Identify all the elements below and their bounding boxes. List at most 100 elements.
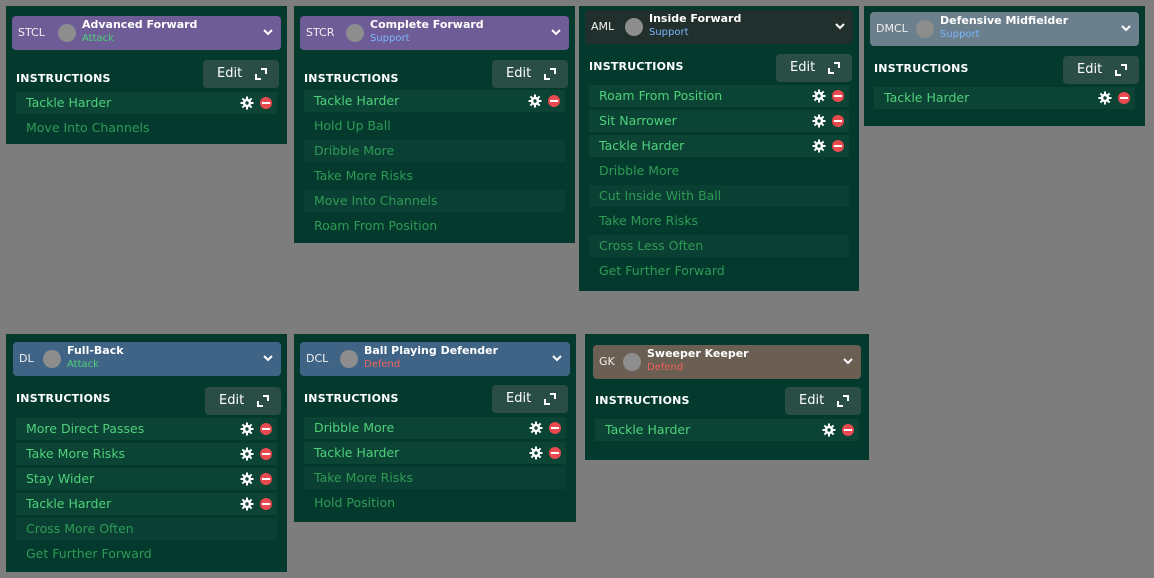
remove-icon[interactable] <box>260 423 272 435</box>
instruction-row[interactable]: Stay Wider <box>16 468 277 490</box>
role-selector[interactable]: STCR Complete Forward Support <box>300 16 569 50</box>
gear-icon[interactable] <box>1098 91 1112 105</box>
instruction-label: Tackle Harder <box>884 90 970 105</box>
instruction-row[interactable]: Take More Risks <box>589 210 849 232</box>
role-name: Advanced Forward <box>82 18 198 31</box>
role-name: Sweeper Keeper <box>647 347 749 360</box>
gear-icon[interactable] <box>240 497 254 511</box>
instruction-label: Move Into Channels <box>314 193 438 208</box>
chevron-down-icon <box>261 24 275 38</box>
instruction-label: Cross More Often <box>26 521 134 536</box>
gear-icon[interactable] <box>240 96 254 110</box>
remove-icon[interactable] <box>549 422 561 434</box>
instruction-row[interactable]: Dribble More <box>589 160 849 182</box>
edit-button[interactable]: Edit <box>203 60 279 88</box>
instruction-row[interactable]: Dribble More <box>304 140 565 162</box>
position-code: DCL <box>306 352 329 365</box>
position-code: DL <box>19 352 34 365</box>
role-selector[interactable]: DMCL Defensive Midfielder Support <box>870 12 1139 46</box>
instruction-label: Dribble More <box>599 163 680 178</box>
gear-icon[interactable] <box>812 114 826 128</box>
edit-label: Edit <box>506 66 532 81</box>
instruction-row[interactable]: Take More Risks <box>304 467 566 489</box>
player-avatar <box>340 350 358 368</box>
instruction-row[interactable]: Dribble More <box>304 417 566 439</box>
gear-icon[interactable] <box>822 423 836 437</box>
instruction-label: Hold Position <box>314 495 396 510</box>
edit-button[interactable]: Edit <box>492 60 568 88</box>
instruction-row[interactable]: Roam From Position <box>304 215 565 237</box>
instruction-row[interactable]: Move Into Channels <box>16 117 277 139</box>
edit-button[interactable]: Edit <box>776 54 852 82</box>
instruction-row[interactable]: Cross More Often <box>16 518 277 540</box>
duty-label: Attack <box>67 359 99 370</box>
gear-icon[interactable] <box>812 89 826 103</box>
edit-button[interactable]: Edit <box>492 385 568 413</box>
instruction-row[interactable]: Take More Risks <box>16 443 277 465</box>
gear-icon[interactable] <box>240 472 254 486</box>
instruction-row[interactable]: Take More Risks <box>304 165 565 187</box>
gear-icon[interactable] <box>528 94 542 108</box>
role-card: DCL Ball Playing Defender Defend INSTRUC… <box>294 334 576 522</box>
gear-icon[interactable] <box>240 447 254 461</box>
instruction-label: Tackle Harder <box>26 496 112 511</box>
instruction-row[interactable]: Get Further Forward <box>589 260 849 282</box>
instruction-label: Tackle Harder <box>605 422 691 437</box>
remove-icon[interactable] <box>260 473 272 485</box>
edit-button[interactable]: Edit <box>785 387 861 415</box>
instructions-heading: INSTRUCTIONS <box>304 72 399 85</box>
instruction-row[interactable]: Tackle Harder <box>304 442 566 464</box>
remove-icon[interactable] <box>842 424 854 436</box>
instruction-row[interactable]: Move Into Channels <box>304 190 565 212</box>
instruction-row[interactable]: Tackle Harder <box>16 493 277 515</box>
edit-button[interactable]: Edit <box>205 387 281 415</box>
instruction-row[interactable]: Cut Inside With Ball <box>589 185 849 207</box>
instruction-label: Get Further Forward <box>26 546 152 561</box>
instruction-row[interactable]: Get Further Forward <box>16 543 277 565</box>
remove-icon[interactable] <box>832 115 844 127</box>
instruction-row[interactable]: Tackle Harder <box>16 92 277 114</box>
instruction-row[interactable]: Tackle Harder <box>589 135 849 157</box>
player-avatar <box>625 18 643 36</box>
role-card: GK Sweeper Keeper Defend INSTRUCTIONS Ed… <box>585 334 869 460</box>
duty-label: Support <box>370 33 410 44</box>
role-selector[interactable]: DL Full-Back Attack <box>13 342 281 376</box>
instruction-row[interactable]: Roam From Position <box>589 85 849 107</box>
duty-label: Support <box>649 27 689 38</box>
chevron-down-icon <box>261 350 275 364</box>
instruction-row[interactable]: Cross Less Often <box>589 235 849 257</box>
player-avatar <box>623 353 641 371</box>
role-selector[interactable]: STCL Advanced Forward Attack <box>12 16 281 50</box>
gear-icon[interactable] <box>240 422 254 436</box>
remove-icon[interactable] <box>548 95 560 107</box>
instruction-row[interactable]: More Direct Passes <box>16 418 277 440</box>
instruction-row[interactable]: Hold Position <box>304 492 566 514</box>
instruction-label: Take More Risks <box>314 168 414 183</box>
instruction-row[interactable]: Tackle Harder <box>304 90 565 112</box>
gear-icon[interactable] <box>812 139 826 153</box>
role-card: STCR Complete Forward Support INSTRUCTIO… <box>294 6 575 243</box>
gear-icon[interactable] <box>529 421 543 435</box>
instruction-label: Get Further Forward <box>599 263 725 278</box>
instruction-row[interactable]: Tackle Harder <box>595 419 859 441</box>
instruction-label: Tackle Harder <box>314 93 400 108</box>
instruction-label: Tackle Harder <box>26 95 112 110</box>
remove-icon[interactable] <box>832 90 844 102</box>
role-selector[interactable]: DCL Ball Playing Defender Defend <box>300 342 570 376</box>
role-selector[interactable]: GK Sweeper Keeper Defend <box>593 345 861 379</box>
remove-icon[interactable] <box>832 140 844 152</box>
remove-icon[interactable] <box>549 447 561 459</box>
role-selector[interactable]: AML Inside Forward Support <box>585 10 853 44</box>
remove-icon[interactable] <box>260 448 272 460</box>
instruction-row[interactable]: Tackle Harder <box>874 87 1135 109</box>
gear-icon[interactable] <box>529 446 543 460</box>
remove-icon[interactable] <box>260 498 272 510</box>
instructions-heading: INSTRUCTIONS <box>874 62 969 75</box>
instruction-row[interactable]: Hold Up Ball <box>304 115 565 137</box>
remove-icon[interactable] <box>1118 92 1130 104</box>
remove-icon[interactable] <box>260 97 272 109</box>
instruction-label: Dribble More <box>314 143 395 158</box>
instruction-row[interactable]: Sit Narrower <box>589 110 849 132</box>
edit-button[interactable]: Edit <box>1063 56 1139 84</box>
role-card: AML Inside Forward Support INSTRUCTIONS … <box>579 6 859 291</box>
